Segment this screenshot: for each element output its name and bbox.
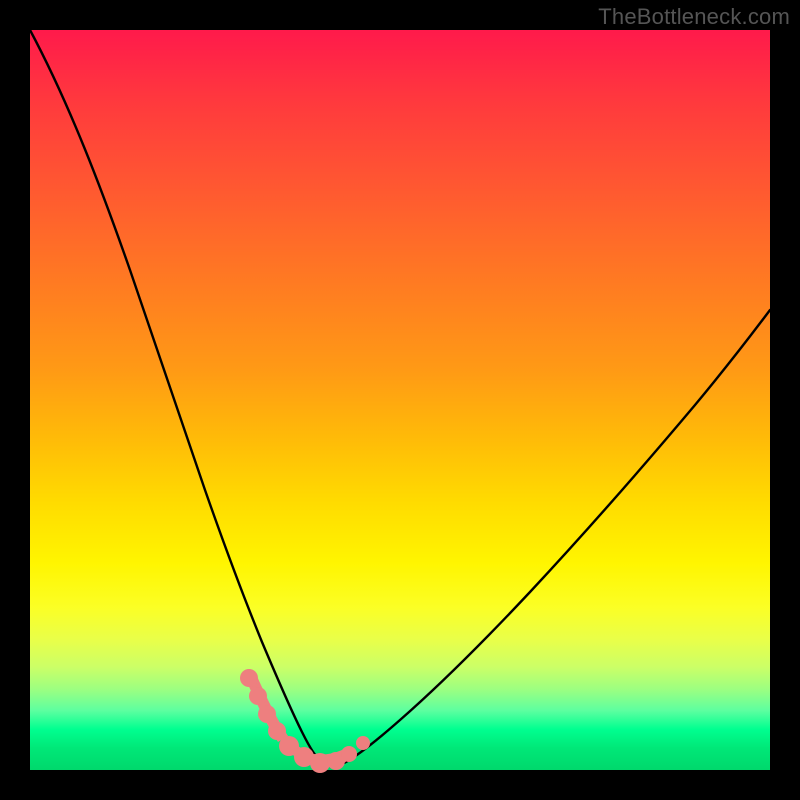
- marker-dot: [310, 753, 330, 773]
- marker-dot: [258, 705, 276, 723]
- watermark-text: TheBottleneck.com: [598, 4, 790, 30]
- plot-area: [30, 30, 770, 770]
- marker-cluster: [240, 669, 370, 773]
- marker-dot: [249, 687, 267, 705]
- marker-dot: [268, 722, 286, 740]
- marker-dot: [240, 669, 258, 687]
- bottleneck-curve: [30, 30, 770, 766]
- marker-dot: [356, 736, 370, 750]
- chart-frame: TheBottleneck.com: [0, 0, 800, 800]
- curve-layer: [30, 30, 770, 770]
- marker-dot: [341, 746, 357, 762]
